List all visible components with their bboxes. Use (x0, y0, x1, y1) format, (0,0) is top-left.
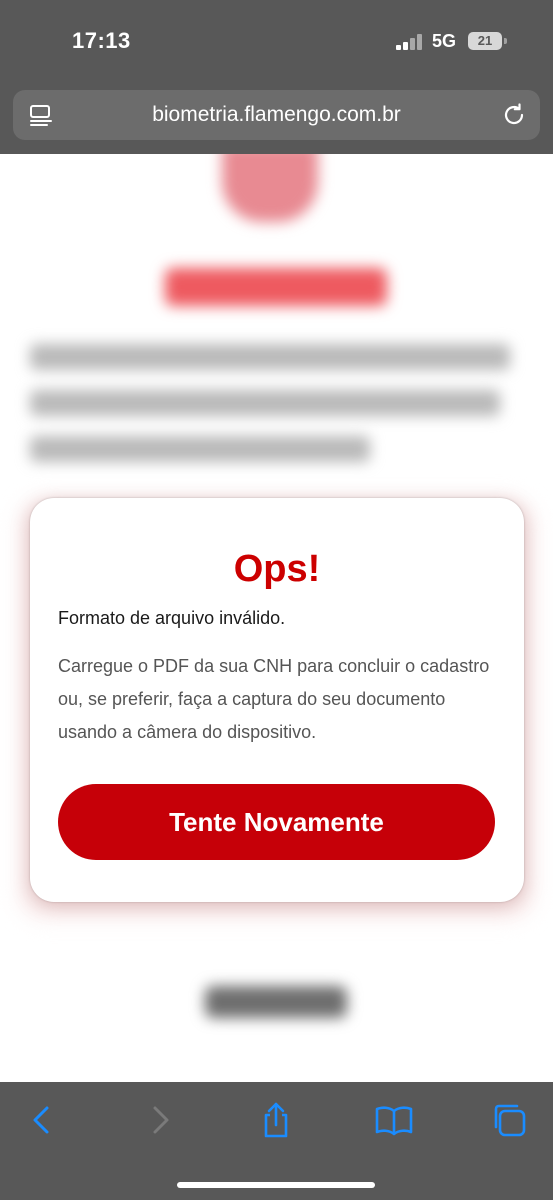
retry-button[interactable]: Tente Novamente (58, 784, 495, 860)
battery-level: 21 (477, 33, 493, 48)
modal-title: Ops! (233, 548, 321, 590)
modal-message: Carregue o PDF da sua CNH para concluir … (58, 656, 490, 742)
blurred-text-line (30, 344, 510, 370)
url-text[interactable]: biometria.flamengo.com.br (73, 90, 480, 140)
network-type: 5G (432, 31, 457, 51)
blurred-text-line (30, 390, 500, 416)
browser-toolbar (0, 1082, 553, 1200)
status-bar: 17:13 5G 21 (0, 0, 553, 80)
home-indicator (177, 1182, 375, 1188)
forward-icon[interactable] (140, 1100, 180, 1140)
modal-subtitle: Formato de arquivo inválido. (58, 608, 286, 628)
blurred-heading (165, 268, 387, 306)
address-bar[interactable]: biometria.flamengo.com.br (13, 90, 540, 140)
error-modal: Ops! Formato de arquivo inválido. Carreg… (30, 498, 524, 902)
reload-icon[interactable] (501, 102, 527, 128)
blurred-button (205, 986, 347, 1018)
signal-icon (396, 34, 424, 50)
battery-cap (504, 38, 507, 44)
bookmarks-icon[interactable] (374, 1100, 414, 1140)
tabs-icon[interactable] (490, 1100, 530, 1140)
status-time: 17:13 (72, 28, 131, 53)
browser-top-chrome: 17:13 5G 21 biometria.flamengo.com.br (0, 0, 553, 154)
share-icon[interactable] (256, 1100, 296, 1140)
reader-list-icon[interactable] (29, 103, 53, 127)
battery-icon: 21 (468, 32, 502, 50)
blurred-text-line (30, 436, 370, 462)
back-icon[interactable] (22, 1100, 62, 1140)
blurred-logo (222, 154, 318, 222)
